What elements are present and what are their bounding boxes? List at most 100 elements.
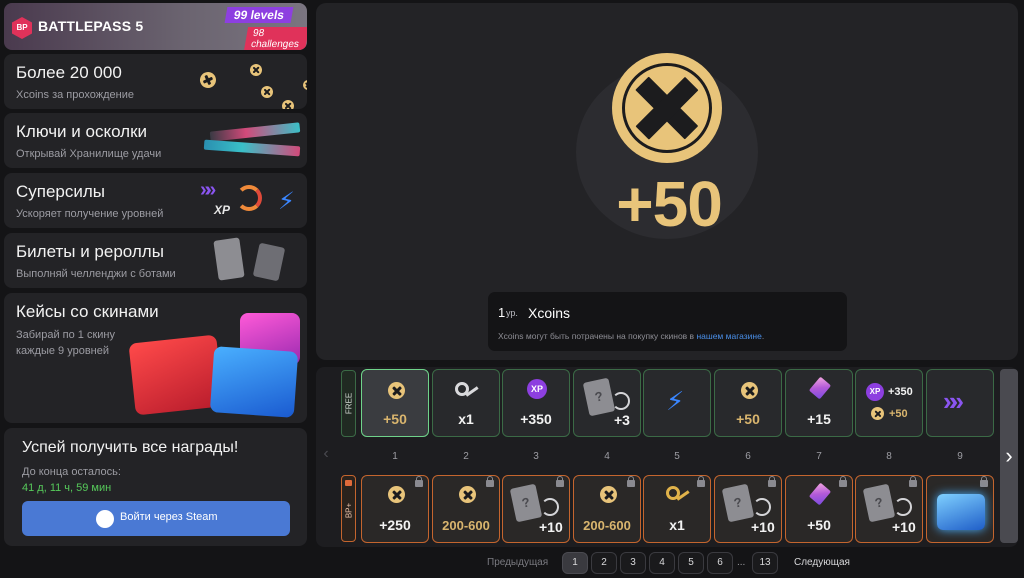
bolt-icon: ⚡ — [666, 386, 685, 416]
free-reward-4[interactable]: ? +3 — [573, 369, 641, 437]
paid-reward-7[interactable]: +50 — [785, 475, 853, 543]
reward-value: 200-600 — [442, 518, 490, 533]
refresh-icon — [612, 392, 630, 410]
free-reward-6[interactable]: +50 — [714, 369, 782, 437]
reward-value: +350 — [888, 386, 913, 398]
level-number: 5 — [674, 451, 680, 462]
free-reward-9[interactable]: »» — [926, 369, 994, 437]
lock-icon — [556, 476, 564, 487]
bolt-icon: ⚡ — [278, 188, 295, 215]
reroll-ticket-icon — [252, 242, 286, 282]
level-number: 9 — [957, 451, 963, 462]
reward-value: x1 — [458, 411, 474, 427]
scroll-right-button[interactable]: › — [1000, 369, 1018, 543]
xcoin-icon — [741, 382, 758, 399]
reward-value: x1 — [669, 517, 685, 533]
refresh-icon — [541, 498, 559, 516]
feature-subtitle: Забирай по 1 скину каждые 9 уровней — [16, 329, 115, 357]
xp-icon: XP — [527, 379, 547, 399]
lock-icon — [627, 476, 635, 487]
ticket-icon — [213, 237, 245, 281]
page-button-3[interactable]: 3 — [620, 552, 646, 574]
paid-reward-9[interactable] — [926, 475, 994, 543]
preview-amount: +50 — [616, 168, 723, 240]
reward-value: +50 — [807, 517, 831, 533]
feature-tickets: Билеты и рероллы Выполняй челленджи с бо… — [4, 233, 307, 288]
weapon-skins-icon — [203, 119, 304, 163]
shop-link[interactable]: нашем магазине — [696, 331, 761, 341]
free-reward-1[interactable]: +50 — [361, 369, 429, 437]
paid-reward-8[interactable]: ? +10 — [855, 475, 923, 543]
refresh-icon — [236, 185, 262, 211]
battlepass-banner[interactable]: BP BATTLEPASS 5 99 levels 98 challenges — [4, 3, 307, 50]
page-button-2[interactable]: 2 — [591, 552, 617, 574]
feature-keys: Ключи и осколки Открывай Хранилище удачи — [4, 113, 307, 168]
prev-page-button[interactable]: Предыдущая — [487, 557, 548, 568]
paid-reward-1[interactable]: +250 — [361, 475, 429, 543]
xp-icon: XP — [214, 203, 231, 217]
reward-value: +50 — [383, 411, 407, 427]
page-button-last[interactable]: 13 — [752, 552, 778, 574]
countdown-value: 41 д, 11 ч, 59 мин — [22, 482, 112, 494]
preview-description: Xcoins могут быть потрачены на покупку с… — [498, 331, 765, 341]
ticket-icon: ? — [582, 377, 616, 417]
free-reward-5[interactable]: ⚡ — [643, 369, 711, 437]
lock-icon — [345, 480, 352, 486]
level-number: 6 — [745, 451, 751, 462]
reward-preview-panel: +50 1 ур. Xcoins Xcoins могут быть потра… — [316, 3, 1018, 360]
free-reward-7[interactable]: +15 — [785, 369, 853, 437]
steam-icon — [96, 510, 114, 528]
xp-icon: XP — [866, 383, 884, 401]
reward-value: +3 — [614, 412, 630, 428]
paid-reward-5[interactable]: x1 — [643, 475, 711, 543]
xcoin-icon — [600, 486, 617, 503]
paid-reward-4[interactable]: 200-600 — [573, 475, 641, 543]
free-reward-3[interactable]: XP +350 — [502, 369, 570, 437]
reward-value-2: +50 — [889, 408, 908, 420]
preview-item-name: Xcoins — [528, 305, 571, 321]
level-number: 3 — [533, 451, 539, 462]
gem-icon — [808, 376, 832, 400]
level-number: 4 — [604, 451, 610, 462]
page-button-4[interactable]: 4 — [649, 552, 675, 574]
lock-icon — [909, 476, 917, 487]
lock-icon — [415, 476, 423, 487]
paid-reward-6[interactable]: ? +10 — [714, 475, 782, 543]
reward-value: +10 — [892, 519, 916, 535]
next-page-button[interactable]: Следующая — [794, 557, 850, 568]
pagination-ellipsis: ... — [737, 557, 746, 568]
page-button-6[interactable]: 6 — [707, 552, 733, 574]
xcoin-icon — [459, 486, 476, 503]
feature-subtitle: Открывай Хранилище удачи — [16, 148, 162, 160]
free-reward-2[interactable]: x1 — [432, 369, 500, 437]
steam-login-button[interactable]: Войти через Steam — [22, 501, 290, 536]
level-number: 1 — [392, 451, 398, 462]
lock-icon — [980, 476, 988, 487]
countdown-label: До конца осталось: — [22, 466, 121, 478]
free-reward-8[interactable]: XP +350 +50 — [855, 369, 923, 437]
level-number: 8 — [886, 451, 892, 462]
reward-value: 200-600 — [583, 518, 631, 533]
reward-value: +10 — [539, 519, 563, 535]
reward-value: +10 — [751, 519, 775, 535]
reward-value: +250 — [379, 517, 411, 533]
skin-case-icon — [937, 494, 985, 530]
feature-subtitle: Ускоряет получение уровней — [16, 208, 164, 220]
paid-reward-2[interactable]: 200-600 — [432, 475, 500, 543]
xcoins-pile-icon — [194, 56, 307, 109]
preview-level-num: 1 — [498, 305, 506, 320]
free-track-label: FREE — [341, 370, 356, 437]
feature-xcoins: Более 20 000 Xcoins за прохождение — [4, 54, 307, 109]
battlepass-label: BATTLEPASS 5 — [38, 18, 144, 34]
page-button-5[interactable]: 5 — [678, 552, 704, 574]
page-button-1[interactable]: 1 — [562, 552, 588, 574]
paid-reward-3[interactable]: ? +10 — [502, 475, 570, 543]
preview-info-box: 1 ур. Xcoins Xcoins могут быть потрачены… — [488, 292, 847, 351]
lock-icon — [486, 476, 494, 487]
reward-value: +15 — [807, 411, 831, 427]
promo-card: Успей получить все награды! До конца ост… — [4, 428, 307, 546]
feature-title: Суперсилы — [16, 182, 106, 201]
lock-icon — [839, 476, 847, 487]
scroll-left-button[interactable]: ‹ — [319, 445, 333, 467]
level-number: 7 — [816, 451, 822, 462]
